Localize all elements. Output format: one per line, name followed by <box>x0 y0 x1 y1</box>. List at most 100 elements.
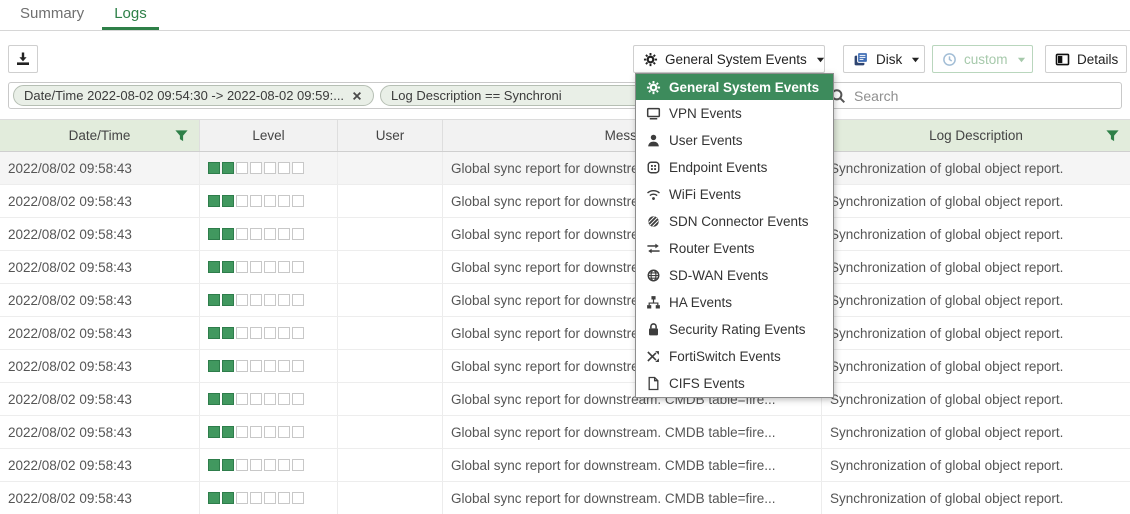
column-header-log-description[interactable]: Log Description <box>822 120 1130 151</box>
download-icon <box>15 51 31 67</box>
cell-datetime: 2022/08/02 09:58:43 <box>0 152 200 184</box>
close-icon[interactable] <box>351 90 363 102</box>
time-range-custom-button[interactable]: custom <box>932 45 1033 73</box>
table-row[interactable]: 2022/08/02 09:58:43Global sync report fo… <box>0 317 1130 350</box>
cell-user <box>338 185 443 217</box>
table-row[interactable]: 2022/08/02 09:58:43Global sync report fo… <box>0 185 1130 218</box>
caret-down-icon <box>816 55 825 64</box>
level-indicator <box>208 294 304 306</box>
disk-icon <box>853 51 869 67</box>
switch-icon <box>645 349 661 364</box>
column-header-user[interactable]: User <box>338 120 443 151</box>
download-button[interactable] <box>8 45 38 73</box>
clock-icon <box>942 52 957 67</box>
event-type-dropdown-panel: General System Events VPN Events User Eve… <box>635 73 834 398</box>
menu-item-label: Endpoint Events <box>669 160 767 175</box>
table-row[interactable]: 2022/08/02 09:58:43 Global sync report fo… <box>0 449 1130 482</box>
menu-item-label: User Events <box>669 133 743 148</box>
menu-item-vpn-events[interactable]: VPN Events <box>636 100 833 127</box>
caret-down-icon <box>911 55 920 64</box>
cell-log-description: Synchronization of global object report. <box>822 185 1130 217</box>
menu-item-general-system-events-selected[interactable]: General System Events <box>636 74 833 100</box>
table-row[interactable]: 2022/08/02 09:58:43Global sync report fo… <box>0 251 1130 284</box>
column-header-date-time[interactable]: Date/Time <box>0 120 200 151</box>
menu-item-label: HA Events <box>669 295 732 310</box>
sitemap-icon <box>645 295 661 310</box>
level-indicator <box>208 228 304 240</box>
search-input[interactable] <box>852 87 1076 105</box>
menu-item-label: Router Events <box>669 241 755 256</box>
menu-item-ha-events[interactable]: HA Events <box>636 289 833 316</box>
cell-log-description: Synchronization of global object report. <box>822 416 1130 448</box>
cell-level <box>200 284 338 316</box>
cell-user <box>338 251 443 283</box>
table-row[interactable]: 2022/08/02 09:58:43Global sync report fo… <box>0 218 1130 251</box>
column-header-level[interactable]: Level <box>200 120 338 151</box>
cell-level <box>200 449 338 481</box>
cell-datetime: 2022/08/02 09:58:43 <box>0 449 200 481</box>
cell-log-description: Synchronization of global object report. <box>822 482 1130 514</box>
cell-message: Global sync report for downstream. CMDB … <box>443 416 822 448</box>
tab-bar: Summary Logs <box>0 0 1130 31</box>
menu-item-user-events[interactable]: User Events <box>636 127 833 154</box>
menu-item-sdn-connector-events[interactable]: SDN Connector Events <box>636 208 833 235</box>
menu-item-fortiswitch-events[interactable]: FortiSwitch Events <box>636 343 833 370</box>
level-indicator <box>208 360 304 372</box>
cell-user <box>338 383 443 415</box>
menu-item-label: WiFi Events <box>669 187 741 202</box>
table-row[interactable]: 2022/08/02 09:58:43Global sync report fo… <box>0 383 1130 416</box>
cell-datetime: 2022/08/02 09:58:43 <box>0 383 200 415</box>
cell-log-description: Synchronization of global object report. <box>822 383 1130 415</box>
menu-item-label: SDN Connector Events <box>669 214 809 229</box>
cell-log-description: Synchronization of global object report. <box>822 350 1130 382</box>
tab-logs[interactable]: Logs <box>102 0 159 30</box>
cell-level <box>200 482 338 514</box>
event-type-dropdown-button[interactable]: General System Events <box>633 45 825 73</box>
menu-item-security-rating-events[interactable]: Security Rating Events <box>636 316 833 343</box>
lock-icon <box>645 322 661 337</box>
level-indicator <box>208 327 304 339</box>
menu-item-sd-wan-events[interactable]: SD-WAN Events <box>636 262 833 289</box>
cell-user <box>338 284 443 316</box>
router-icon <box>645 241 661 256</box>
cell-user <box>338 449 443 481</box>
cell-message: Global sync report for downstream. CMDB … <box>443 449 822 481</box>
table-row[interactable]: 2022/08/02 09:58:43Global sync report fo… <box>0 350 1130 383</box>
menu-item-cifs-events[interactable]: CIFS Events <box>636 370 833 397</box>
cell-message: Global sync report for downstream. CMDB … <box>443 482 822 514</box>
cell-datetime: 2022/08/02 09:58:43 <box>0 251 200 283</box>
cell-user <box>338 317 443 349</box>
table-row[interactable]: 2022/08/02 09:58:43Global sync report fo… <box>0 482 1130 514</box>
cell-user <box>338 350 443 382</box>
menu-item-label: Security Rating Events <box>669 322 806 337</box>
filter-funnel-icon[interactable] <box>1105 128 1120 143</box>
table-header-row: Date/TimeLevelUserMessageLog Description <box>0 119 1130 152</box>
monitor-icon <box>645 106 661 121</box>
cell-log-description: Synchronization of global object report. <box>822 218 1130 250</box>
level-indicator <box>208 162 304 174</box>
log-viewer-window: Summary Logs General System Events Disk … <box>0 0 1130 514</box>
cell-user <box>338 416 443 448</box>
menu-item-router-events[interactable]: Router Events <box>636 235 833 262</box>
filter-funnel-icon[interactable] <box>174 128 189 143</box>
menu-item-label: VPN Events <box>669 106 742 121</box>
table-row[interactable]: 2022/08/02 09:58:43Global sync report fo… <box>0 152 1130 185</box>
table-row[interactable]: 2022/08/02 09:58:43Global sync report fo… <box>0 284 1130 317</box>
cell-level <box>200 185 338 217</box>
column-header-label: Date/Time <box>69 128 131 143</box>
disk-dropdown-button[interactable]: Disk <box>843 45 925 73</box>
filter-bar: Date/Time 2022-08-02 09:54:30 -> 2022-08… <box>8 82 1122 109</box>
details-label: Details <box>1077 52 1118 67</box>
gear-icon <box>645 80 661 95</box>
wifi-icon <box>645 187 661 202</box>
menu-item-wifi-events[interactable]: WiFi Events <box>636 181 833 208</box>
cell-datetime: 2022/08/02 09:58:43 <box>0 185 200 217</box>
table-row[interactable]: 2022/08/02 09:58:43Global sync report fo… <box>0 416 1130 449</box>
menu-item-endpoint-events[interactable]: Endpoint Events <box>636 154 833 181</box>
details-button[interactable]: Details <box>1045 45 1127 73</box>
user-icon <box>645 133 661 148</box>
tab-summary[interactable]: Summary <box>8 0 96 30</box>
cell-user <box>338 218 443 250</box>
filter-pill-datetime[interactable]: Date/Time 2022-08-02 09:54:30 -> 2022-08… <box>13 85 374 106</box>
endpoint-icon <box>645 160 661 175</box>
